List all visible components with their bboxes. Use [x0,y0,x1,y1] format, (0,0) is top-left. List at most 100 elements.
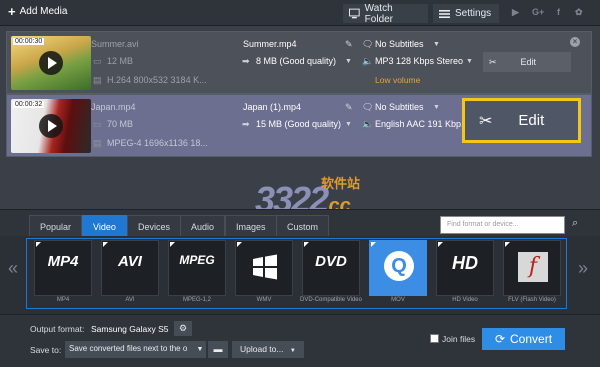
add-media-button[interactable]: + Add Media [8,3,68,19]
format-label: WMV [256,297,272,303]
format-label: MP4 [56,297,70,303]
format-tile-mpeg[interactable]: MPEG [168,240,226,296]
chevron-left-icon[interactable]: « [8,258,18,279]
format-tile-dvd[interactable]: DVD [302,240,360,296]
tab-video[interactable]: Video [82,215,127,237]
edit-button-highlighted[interactable]: ✂ Edit [462,98,581,143]
subtitles-select[interactable]: No Subtitles [375,39,424,49]
top-toolbar: + Add Media Watch Folder Settings ▶ G+ f… [0,0,600,26]
join-files-checkbox[interactable] [430,334,439,343]
duration-badge: 00:00:30 [13,38,45,45]
source-size: 70 MB [107,119,134,129]
file-row[interactable]: 00:00:30 Summer.avi ▭ 12 MB ▤ H.264 800x… [6,31,592,94]
add-media-label: Add Media [19,6,68,17]
chevron-right-icon[interactable]: » [578,258,588,279]
edit-label: Edit [520,57,537,67]
watch-folder-button[interactable]: Watch Folder [343,2,428,25]
format-tile-avi[interactable]: AVI [101,240,159,296]
settings-button[interactable]: Settings [433,4,499,23]
format-label: HD Video [452,297,478,303]
chevron-down-icon[interactable]: ▼ [345,58,352,65]
output-format-value: Samsung Galaxy S5 [91,324,169,334]
output-size-select[interactable]: 15 MB (Good quality) [256,119,341,129]
audio-select[interactable]: English AAC 191 Kbp... [375,119,469,129]
play-icon[interactable] [39,51,63,75]
arrow-right-icon: ➡ [242,119,250,129]
chevron-down-icon[interactable]: ▼ [345,121,352,128]
format-label: MOV [391,297,405,303]
format-label: FLV (Flash Video) [508,297,556,303]
youtube-icon[interactable]: ▶ [512,7,519,18]
output-filename[interactable]: Summer.mp4 [243,39,297,49]
save-to-select[interactable]: Save converted files next to the o [65,341,195,358]
format-tile-mp4[interactable]: MP4 [34,240,92,296]
subtitles-icon: 🗨 [362,102,374,112]
format-tile-mov[interactable]: Q [369,240,427,296]
refresh-icon: ⟳ [494,332,506,346]
settings-label: Settings [455,8,492,19]
format-label: MPEG-1,2 [182,297,211,303]
subtitles-select[interactable]: No Subtitles [375,102,424,112]
source-filename: Japan.mp4 [91,102,136,112]
film-icon: ▤ [93,138,102,148]
vk-icon[interactable]: ✿ [575,7,583,18]
convert-button[interactable]: ⟳ Convert [482,328,565,350]
file-icon: ▭ [93,56,102,66]
plus-icon: + [8,3,16,19]
menu-icon [439,9,450,18]
save-to-label: Save to: [30,345,62,355]
rename-pencil-icon[interactable]: ✎ [345,102,353,113]
format-search-input[interactable]: Find format or device... [440,216,565,234]
google-plus-icon[interactable]: G+ [532,7,544,17]
tab-audio[interactable]: Audio [180,215,226,237]
format-tile-wmv[interactable] [235,240,293,296]
scissors-icon: ✂ [489,56,497,67]
speaker-icon: 🔈 [362,119,374,129]
chevron-down-icon[interactable]: ▼ [433,104,440,111]
tab-images[interactable]: Images [225,215,277,237]
audio-select[interactable]: MP3 128 Kbps Stereo [375,56,463,66]
play-icon[interactable] [39,114,63,138]
rename-pencil-icon[interactable]: ✎ [345,39,353,50]
chevron-down-icon[interactable]: ▼ [466,58,473,65]
low-volume-warning[interactable]: Low volume [375,75,420,85]
source-filename: Summer.avi [91,39,139,49]
windows-icon [253,254,277,280]
video-thumbnail[interactable]: 00:00:32 [11,99,91,153]
edit-button[interactable]: ✂ Edit [483,52,571,72]
watch-folder-label: Watch Folder [364,2,394,25]
film-icon: ▤ [93,75,102,85]
tab-custom[interactable]: Custom [276,215,330,237]
join-files-label[interactable]: Join files [442,334,475,344]
source-info: MPEG-4 1696x1136 18... [107,138,208,148]
folder-icon[interactable]: ▬ [208,341,228,358]
format-tile-hd[interactable]: HD [436,240,494,296]
monitor-icon [349,8,360,19]
chevron-down-icon[interactable]: ▼ [194,341,206,358]
facebook-icon[interactable]: f [557,7,560,17]
chevron-down-icon: ▼ [289,348,296,354]
format-tabs: Popular Video Devices Audio Images Custo… [0,209,600,237]
edit-label: Edit [518,112,545,129]
speaker-icon: 🔈 [362,56,374,66]
convert-label: Convert [510,332,553,346]
output-size-select[interactable]: 8 MB (Good quality) [256,56,336,66]
subtitles-icon: 🗨 [362,39,374,49]
output-format-label: Output format: [30,324,85,334]
file-icon: ▭ [93,119,102,129]
source-info: H.264 800x532 3184 K... [107,75,207,85]
close-icon[interactable]: × [570,37,580,47]
device-detect-icon[interactable]: ⌕ [572,217,578,230]
tab-devices[interactable]: Devices [127,215,182,237]
upload-to-button[interactable]: Upload to... ▼ [232,341,304,358]
duration-badge: 00:00:32 [13,101,45,108]
output-filename[interactable]: Japan (1).mp4 [243,102,301,112]
gear-icon[interactable]: ⚙ [174,321,192,336]
quicktime-icon: Q [384,251,414,281]
flash-icon: f [518,252,548,282]
chevron-down-icon[interactable]: ▼ [433,41,440,48]
tab-popular[interactable]: Popular [29,215,83,237]
format-tile-flv[interactable]: f [503,240,561,296]
format-label: AVI [125,297,135,303]
video-thumbnail[interactable]: 00:00:30 [11,36,91,90]
